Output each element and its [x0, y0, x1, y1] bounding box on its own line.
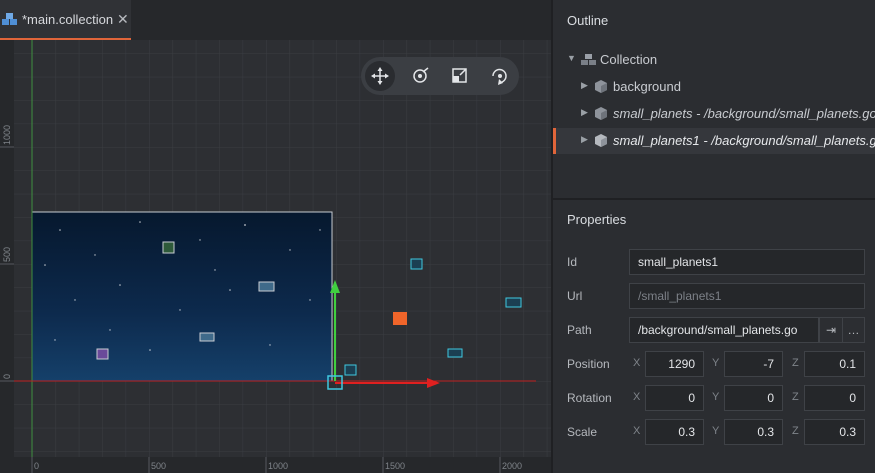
caret-right-icon[interactable]: ▶	[581, 80, 588, 91]
outline-header: Outline	[567, 13, 609, 28]
tab-bar: *main.collection ✕	[0, 0, 551, 40]
panel-separator[interactable]	[553, 198, 875, 200]
more-options-button[interactable]: …	[842, 317, 865, 343]
tab-main-collection[interactable]: *main.collection ✕	[0, 0, 131, 40]
close-icon[interactable]: ✕	[117, 11, 129, 28]
axis-x-label: X	[633, 391, 641, 403]
game-object-icon	[595, 80, 607, 93]
side-panel: Outline ▼ Collection ▶ background ▶ smal…	[553, 0, 875, 473]
outline-item-small-planets1[interactable]: ▶ small_planets1 - /background/small_pla…	[553, 128, 875, 154]
goto-path-button[interactable]: ⇥	[819, 317, 843, 343]
rotation-x-field[interactable]: 0	[645, 385, 704, 411]
id-field[interactable]: small_planets1	[629, 249, 865, 275]
axis-z-label: Z	[792, 357, 799, 369]
url-field[interactable]: /small_planets1	[629, 283, 865, 309]
position-y-field[interactable]: -7	[724, 351, 783, 377]
ruler-x-label: 2000	[502, 461, 522, 471]
caret-right-icon[interactable]: ▶	[581, 107, 588, 118]
collection-icon	[2, 13, 17, 25]
manipulator-toolbar	[361, 57, 519, 95]
outline-item-small-planets[interactable]: ▶ small_planets - /background/small_plan…	[553, 101, 875, 127]
ruler-x-label: 500	[151, 461, 166, 471]
rotation-z-field[interactable]: 0	[804, 385, 865, 411]
scale-y-field[interactable]: 0.3	[724, 419, 783, 445]
axis-z-label: Z	[792, 425, 799, 437]
ruler-x-label: 1500	[385, 461, 405, 471]
path-label: Path	[567, 323, 592, 337]
position-label: Position	[567, 357, 610, 371]
game-object-icon	[595, 107, 607, 120]
axis-y-label: Y	[712, 425, 720, 437]
outline-item-label: background	[613, 79, 681, 94]
tab-title: *main.collection	[22, 12, 114, 27]
outline-item-label: Collection	[600, 52, 658, 67]
background-sprite[interactable]	[31, 211, 333, 382]
game-object-icon	[595, 134, 607, 147]
caret-right-icon[interactable]: ▶	[581, 134, 588, 145]
collection-icon	[581, 54, 596, 65]
ruler-y-label: 500	[2, 247, 12, 262]
axis-y-label: Y	[712, 357, 720, 369]
outline-item-background[interactable]: ▶ background	[553, 74, 875, 100]
axis-x-label: X	[633, 425, 641, 437]
axis-z-label: Z	[792, 391, 799, 403]
path-field[interactable]: /background/small_planets.go	[629, 317, 819, 343]
id-label: Id	[567, 255, 578, 269]
rotation-label: Rotation	[567, 391, 612, 405]
properties-header: Properties	[567, 212, 627, 227]
ruler-y-label: 1000	[2, 125, 12, 145]
position-z-field[interactable]: 0.1	[804, 351, 865, 377]
scale-label: Scale	[567, 425, 598, 439]
caret-down-icon[interactable]: ▼	[567, 53, 576, 63]
outline-item-label: small_planets1 - /background/small_plane…	[613, 133, 875, 148]
scene-editor: *main.collection ✕ 0 500 1000 1500 2000 …	[0, 0, 551, 473]
outline-item-label: small_planets - /background/small_planet…	[613, 106, 875, 121]
outline-item-collection[interactable]: ▼ Collection	[553, 47, 875, 73]
scale-z-field[interactable]: 0.3	[804, 419, 865, 445]
rotation-y-field[interactable]: 0	[724, 385, 783, 411]
axis-y-label: Y	[712, 391, 720, 403]
url-label: Url	[567, 289, 583, 303]
scale-x-field[interactable]: 0.3	[645, 419, 704, 445]
axis-x-label: X	[633, 357, 641, 369]
scene-viewport[interactable]: 0 500 1000 1500 2000 1000 500 0	[0, 40, 551, 473]
ruler-y-label: 0	[2, 374, 12, 379]
ruler-x-label: 1000	[268, 461, 288, 471]
ruler-x-label: 0	[34, 461, 39, 471]
move-tool-button[interactable]	[365, 61, 395, 91]
position-x-field[interactable]: 1290	[645, 351, 704, 377]
